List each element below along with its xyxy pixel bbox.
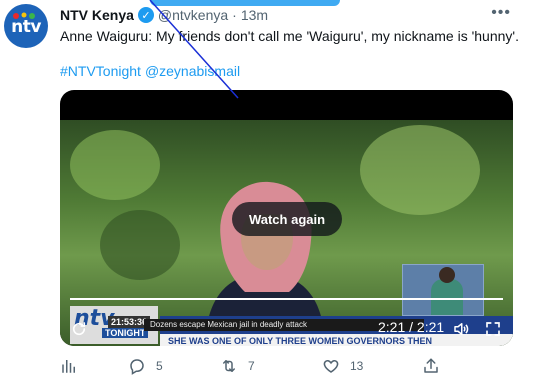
display-name[interactable]: NTV Kenya	[60, 7, 134, 23]
time-separator: ·	[232, 7, 237, 23]
action-bar: 5 7 13	[60, 357, 520, 377]
watch-again-button[interactable]: Watch again	[232, 202, 342, 236]
hashtag-link[interactable]: #NTVTonight	[60, 63, 141, 79]
views-button[interactable]	[60, 357, 78, 375]
retweet-button[interactable]: 7	[220, 357, 255, 375]
share-button[interactable]	[422, 357, 440, 375]
avatar-logo-text: ntv	[11, 17, 41, 37]
mention-link[interactable]: @zeynabismail	[145, 63, 240, 79]
progress-bar[interactable]	[70, 298, 503, 300]
tweet-text: Anne Waiguru: My friends don't call me '…	[60, 28, 519, 44]
foliage	[70, 130, 160, 200]
foliage	[360, 125, 480, 215]
handle[interactable]: @ntvkenya	[158, 7, 228, 23]
timestamp[interactable]: 13m	[241, 7, 268, 23]
replay-icon[interactable]	[70, 320, 88, 338]
time-display: 2:21 / 2:21	[378, 319, 445, 335]
video-controls: 2:21 / 2:21	[60, 316, 513, 344]
sign-language-inset	[402, 264, 484, 316]
retweet-icon	[223, 360, 235, 372]
foliage	[100, 210, 180, 280]
signer-head	[439, 267, 455, 283]
reply-count: 5	[156, 359, 163, 373]
reply-button[interactable]: 5	[128, 357, 163, 375]
tweet-tags: #NTVTonight @zeynabismail	[60, 63, 240, 79]
like-button[interactable]: 13	[322, 357, 363, 375]
volume-icon[interactable]	[452, 320, 470, 338]
like-count: 13	[350, 359, 364, 373]
heart-icon	[323, 359, 339, 373]
avatar[interactable]: ntv	[4, 4, 48, 48]
share-icon	[424, 358, 438, 373]
fullscreen-icon[interactable]	[484, 320, 502, 338]
verified-badge-icon: ✓	[137, 7, 154, 23]
more-horizontal-icon[interactable]: •••	[491, 4, 511, 22]
tweet-header: NTV Kenya ✓ @ntvkenya · 13m	[60, 6, 268, 24]
retweet-count: 7	[248, 359, 255, 373]
analytics-icon	[62, 360, 75, 373]
reply-icon	[130, 359, 144, 375]
tweet[interactable]: ntv NTV Kenya ✓ @ntvkenya · 13m ••• Anne…	[0, 0, 537, 392]
logo-dots-icon	[13, 12, 35, 19]
video-player[interactable]: ntv TONIGHT ONE ON ONE WITH ANNE WAIGURU…	[60, 90, 513, 346]
